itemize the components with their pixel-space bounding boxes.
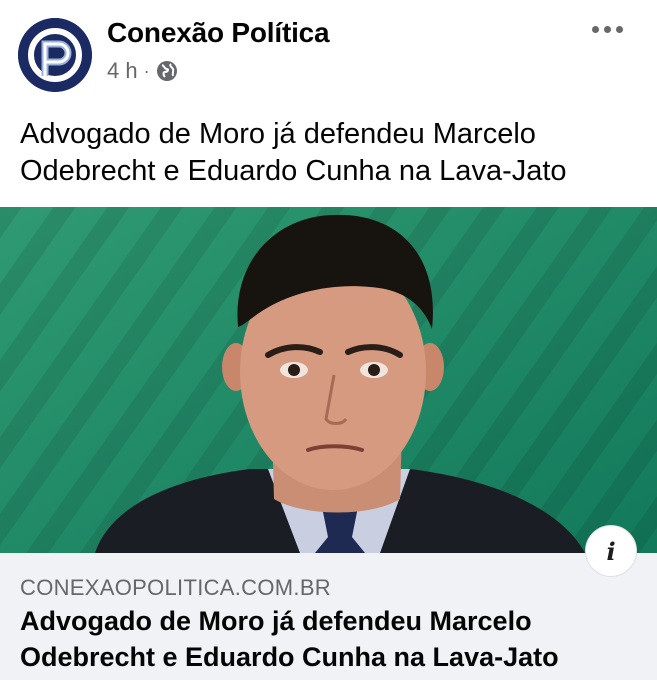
link-domain: CONEXAOPOLITICA.COM.BR — [20, 575, 331, 600]
page-name[interactable]: Conexão Política — [107, 17, 330, 49]
post-header: Conexão Política 4 h · — [0, 0, 657, 100]
globe-icon — [156, 60, 178, 82]
info-icon[interactable]: i — [585, 525, 637, 577]
page-avatar[interactable] — [18, 18, 92, 92]
link-preview[interactable]: CONEXAOPOLITICA.COM.BR Advogado de Moro … — [0, 553, 657, 680]
link-title[interactable]: Advogado de Moro já defendeu Marcelo Ode… — [20, 603, 640, 675]
post-meta: 4 h · — [107, 58, 178, 84]
conexao-politica-logo — [18, 18, 92, 92]
link-preview-image[interactable] — [0, 207, 657, 553]
post-message: Advogado de Moro já defendeu Marcelo Ode… — [20, 118, 567, 187]
post-timestamp[interactable]: 4 h — [107, 58, 138, 84]
more-options-icon[interactable] — [588, 20, 627, 39]
meta-separator: · — [143, 60, 150, 81]
